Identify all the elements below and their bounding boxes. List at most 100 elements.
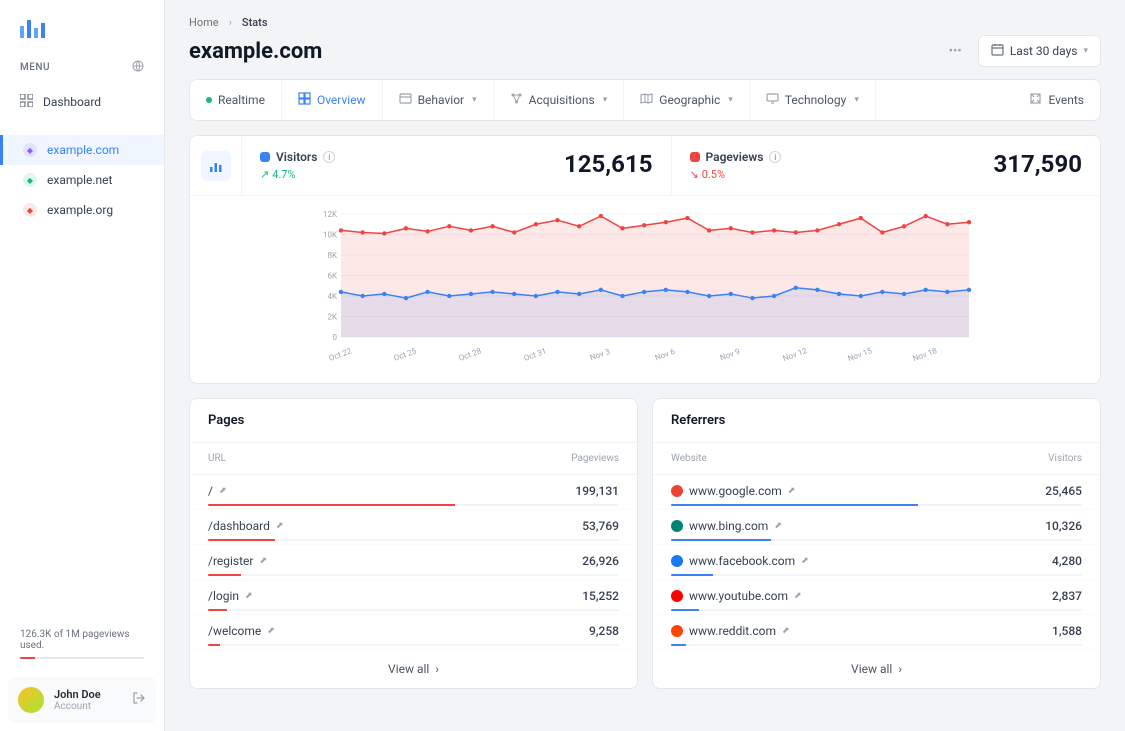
favicon xyxy=(671,555,683,567)
svg-text:Nov 18: Nov 18 xyxy=(912,346,939,363)
view-all-pages[interactable]: View all › xyxy=(190,650,637,688)
tab-behavior[interactable]: Behavior▾ xyxy=(383,80,494,120)
external-link-icon[interactable]: ⬈ xyxy=(782,626,790,636)
tab-events[interactable]: Events xyxy=(1013,80,1100,120)
tab-geographic[interactable]: Geographic▾ xyxy=(624,80,750,120)
globe-icon[interactable] xyxy=(132,60,144,75)
favicon xyxy=(671,625,683,637)
chevron-down-icon: ▾ xyxy=(728,95,733,105)
chevron-down-icon: ▾ xyxy=(854,95,859,105)
tab-realtime[interactable]: Realtime xyxy=(190,80,282,120)
page-title: example.com xyxy=(189,39,322,64)
row-name: www.reddit.com xyxy=(689,624,776,638)
table-row[interactable]: www.reddit.com ⬈ 1,588 xyxy=(653,615,1100,650)
geographic-icon xyxy=(640,92,653,108)
table-title: Referrers xyxy=(653,399,1100,443)
events-icon xyxy=(1029,92,1042,108)
chart-type-button[interactable] xyxy=(201,151,231,181)
external-link-icon[interactable]: ⬈ xyxy=(259,556,267,566)
row-name: www.bing.com xyxy=(689,519,768,533)
chevron-down-icon: ▾ xyxy=(603,95,608,105)
logo-icon xyxy=(20,18,48,38)
breadcrumb-current: Stats xyxy=(242,16,268,29)
info-icon[interactable]: i xyxy=(769,151,781,163)
breadcrumb-home[interactable]: Home xyxy=(189,16,219,29)
row-name: /welcome xyxy=(208,624,261,638)
chevron-right-icon: › xyxy=(898,662,902,676)
table-row[interactable]: /login ⬈ 15,252 xyxy=(190,580,637,615)
exit-icon[interactable] xyxy=(132,691,146,709)
row-bar xyxy=(208,539,619,541)
row-value: 25,465 xyxy=(1045,484,1082,498)
favicon xyxy=(671,485,683,497)
table-row[interactable]: /register⬈ 26,926 xyxy=(190,545,637,580)
account-card[interactable]: John Doe Account xyxy=(8,677,156,723)
row-bar xyxy=(208,504,619,506)
external-link-icon[interactable]: ⬈ xyxy=(801,556,809,566)
external-link-icon[interactable]: ⬈ xyxy=(219,486,227,496)
more-button[interactable]: ••• xyxy=(943,38,968,65)
svg-text:Nov 12: Nov 12 xyxy=(782,346,809,363)
metric-visitors[interactable]: Visitors i ↗ 4.7% 125,615 xyxy=(242,136,672,195)
visitors-swatch xyxy=(260,152,270,162)
sidebar-site-example-com[interactable]: ◆example.com xyxy=(0,135,164,165)
svg-text:10K: 10K xyxy=(323,231,338,240)
external-link-icon[interactable]: ⬈ xyxy=(774,521,782,531)
svg-text:8K: 8K xyxy=(327,251,337,260)
referrers-table: Referrers Website Visitors www.google.co… xyxy=(652,398,1101,689)
external-link-icon[interactable]: ⬈ xyxy=(788,486,796,496)
dashboard-icon xyxy=(20,94,33,110)
tab-label: Realtime xyxy=(218,93,265,107)
table-row[interactable]: /⬈ 199,131 xyxy=(190,475,637,510)
sidebar: MENU Dashboard ◆example.com◆example.net◆… xyxy=(0,0,165,731)
table-row[interactable]: www.youtube.com⬈ 2,837 xyxy=(653,580,1100,615)
calendar-icon xyxy=(991,43,1004,59)
tab-acquisitions[interactable]: Acquisitions ▾ xyxy=(494,80,625,120)
row-bar xyxy=(671,609,1082,611)
table-row[interactable]: /dashboard⬈ 53,769 xyxy=(190,510,637,545)
info-icon[interactable]: i xyxy=(323,151,335,163)
favicon xyxy=(671,590,683,602)
usage-bar xyxy=(20,657,144,659)
row-name: /dashboard xyxy=(208,519,270,533)
logo xyxy=(0,0,164,52)
svg-text:Nov 15: Nov 15 xyxy=(847,346,874,363)
row-name: /login xyxy=(208,589,239,603)
row-value: 199,131 xyxy=(575,484,619,498)
table-row[interactable]: /welcome⬈ 9,258 xyxy=(190,615,637,650)
overview-icon xyxy=(298,92,311,108)
view-all-referrers[interactable]: View all › xyxy=(653,650,1100,688)
menu-header: MENU xyxy=(0,52,164,85)
tab-overview[interactable]: Overview xyxy=(282,80,383,120)
trend-up-icon: ↗ xyxy=(260,168,269,181)
row-value: 26,926 xyxy=(582,554,619,568)
sidebar-item-dashboard[interactable]: Dashboard xyxy=(0,85,164,119)
external-link-icon[interactable]: ⬈ xyxy=(267,626,275,636)
chevron-down-icon: ▾ xyxy=(472,95,477,105)
date-range-picker[interactable]: Last 30 days ▾ xyxy=(978,35,1101,67)
external-link-icon[interactable]: ⬈ xyxy=(276,521,284,531)
row-value: 15,252 xyxy=(582,589,619,603)
col-website: Website xyxy=(671,453,707,464)
site-label: example.net xyxy=(47,173,112,187)
external-link-icon[interactable]: ⬈ xyxy=(245,591,253,601)
svg-text:4K: 4K xyxy=(327,292,337,301)
tab-label: Acquisitions xyxy=(529,93,595,107)
row-value: 1,588 xyxy=(1052,624,1082,638)
svg-text:6K: 6K xyxy=(327,272,337,281)
sidebar-site-example-org[interactable]: ◆ example.org xyxy=(0,195,164,225)
site-label: example.org xyxy=(47,203,113,217)
external-link-icon[interactable]: ⬈ xyxy=(794,591,802,601)
table-row[interactable]: www.facebook.com⬈ 4,280 xyxy=(653,545,1100,580)
tab-technology[interactable]: Technology▾ xyxy=(750,80,876,120)
metric-pageviews[interactable]: Pageviews i ↘ 0.5% 317,590 xyxy=(672,136,1101,195)
menu-label: MENU xyxy=(20,62,50,73)
chart-body: 02K4K6K8K10K12KOct 22Oct 25Oct 28Oct 31N… xyxy=(190,196,1100,383)
usage-text: 126.3K of 1M pageviews used. xyxy=(0,629,164,669)
svg-text:Oct 28: Oct 28 xyxy=(458,346,483,363)
site-icon: ◆ xyxy=(23,203,37,217)
account-name: John Doe xyxy=(54,688,101,701)
table-row[interactable]: www.google.com⬈ 25,465 xyxy=(653,475,1100,510)
table-row[interactable]: www.bing.com⬈ 10,326 xyxy=(653,510,1100,545)
sidebar-site-example-net[interactable]: ◆example.net xyxy=(0,165,164,195)
